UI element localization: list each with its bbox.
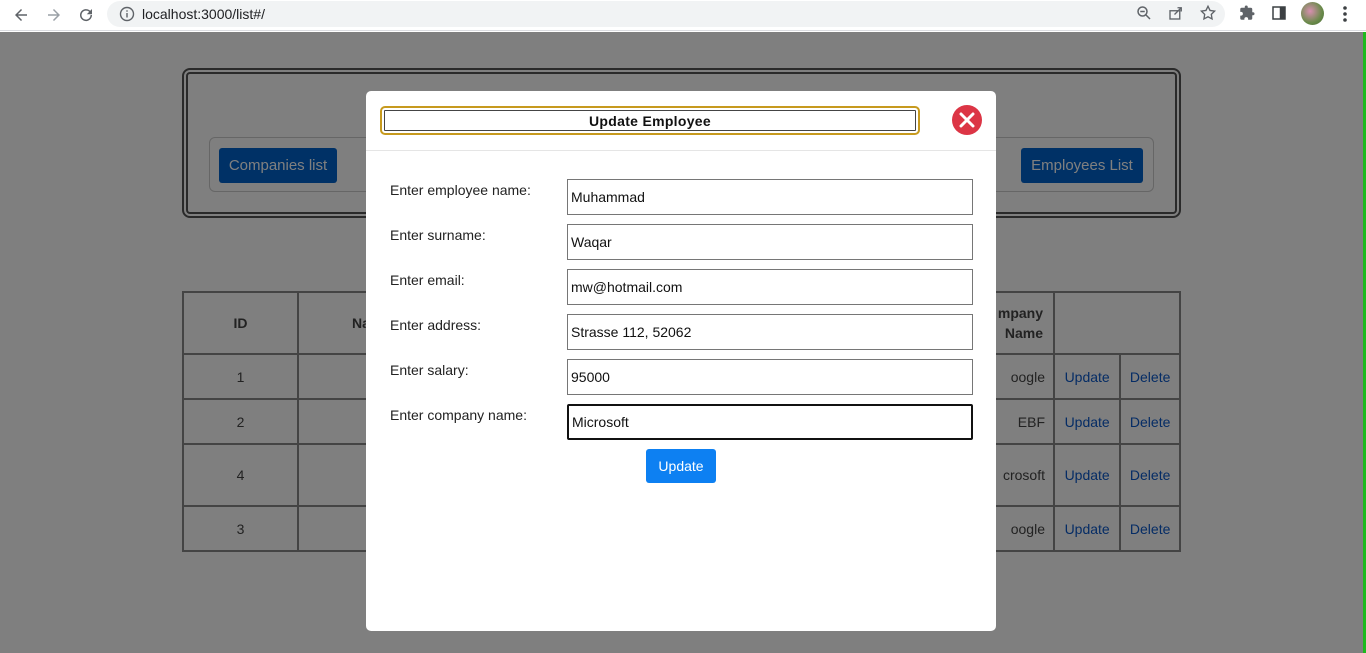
form-row-email: Enter email:	[390, 269, 974, 305]
email-label: Enter email:	[390, 272, 465, 288]
back-icon[interactable]	[9, 3, 33, 27]
url-text: localhost:3000/list#/	[142, 6, 265, 22]
profile-avatar[interactable]	[1301, 2, 1324, 25]
modal-header: Update Employee	[366, 91, 996, 151]
update-employee-modal: Update Employee Enter employee name: Ent…	[366, 91, 996, 631]
form-row-salary: Enter salary:	[390, 359, 974, 395]
surname-input[interactable]	[567, 224, 973, 260]
update-button[interactable]: Update	[646, 449, 716, 483]
address-label: Enter address:	[390, 317, 482, 333]
bookmark-star-icon[interactable]	[1199, 4, 1217, 22]
form-row-company: Enter company name:	[390, 404, 974, 440]
employee-name-input[interactable]	[567, 179, 973, 215]
form-row-name: Enter employee name:	[390, 179, 974, 215]
salary-input[interactable]	[567, 359, 973, 395]
extensions-icon[interactable]	[1238, 4, 1256, 22]
share-icon[interactable]	[1167, 4, 1185, 22]
info-icon[interactable]	[119, 6, 135, 22]
reload-icon[interactable]	[74, 3, 98, 27]
side-panel-icon[interactable]	[1270, 4, 1288, 22]
close-button[interactable]	[952, 105, 982, 135]
salary-label: Enter salary:	[390, 362, 469, 378]
browser-toolbar: localhost:3000/list#/	[0, 0, 1366, 31]
address-input[interactable]	[567, 314, 973, 350]
zoom-icon[interactable]	[1135, 4, 1153, 22]
employee-name-label: Enter employee name:	[390, 182, 531, 198]
company-name-label: Enter company name:	[390, 407, 527, 423]
surname-label: Enter surname:	[390, 227, 486, 243]
company-name-input[interactable]	[567, 404, 973, 440]
close-icon	[959, 112, 975, 128]
modal-title: Update Employee	[380, 106, 920, 135]
address-bar[interactable]: localhost:3000/list#/	[107, 1, 1225, 27]
forward-icon[interactable]	[42, 3, 66, 27]
form-row-address: Enter address:	[390, 314, 974, 350]
email-input[interactable]	[567, 269, 973, 305]
more-menu-icon[interactable]	[1338, 4, 1352, 24]
form-row-surname: Enter surname:	[390, 224, 974, 260]
